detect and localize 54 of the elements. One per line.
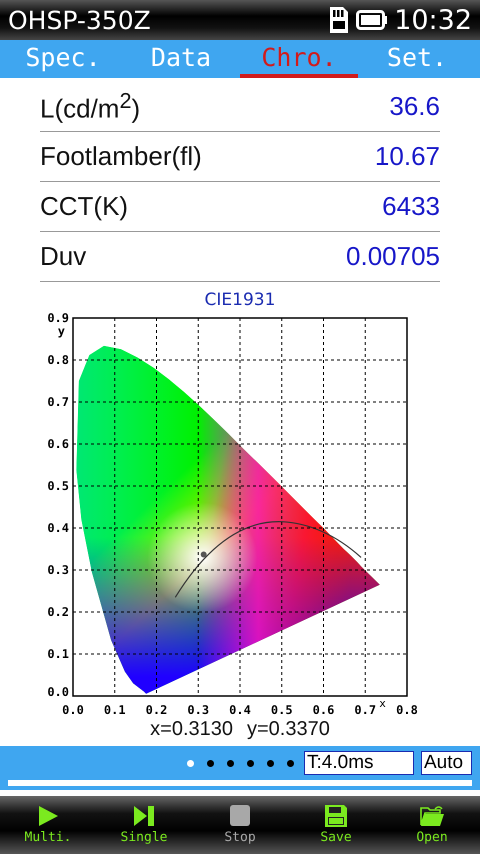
folder-icon bbox=[420, 805, 444, 827]
toolbar-button[interactable]: Single bbox=[104, 805, 184, 845]
device-model: OHSP-350Z bbox=[8, 6, 152, 34]
toolbar-button[interactable]: Save bbox=[296, 805, 376, 845]
axis-label: y bbox=[58, 324, 65, 338]
reading-label: Footlamber(fl) bbox=[40, 141, 202, 172]
reading-value: 0.00705 bbox=[346, 241, 440, 272]
axis-tick-label: 0.2 bbox=[146, 703, 168, 717]
reading-label: CCT(K) bbox=[40, 191, 128, 222]
axis-tick-label: 0.0 bbox=[47, 685, 69, 699]
reading-label: L(cd/m$^{2}$) bbox=[40, 88, 140, 125]
axis-tick-label: 0.3 bbox=[47, 563, 69, 577]
axis-tick-label: 0.0 bbox=[62, 703, 84, 717]
axis-tick-label: 0.8 bbox=[396, 703, 418, 717]
page-dot[interactable] bbox=[207, 760, 214, 766]
page-dot[interactable] bbox=[187, 760, 194, 766]
axis-tick-label: 0.1 bbox=[104, 703, 126, 717]
stop-icon bbox=[228, 805, 252, 827]
exposure-field[interactable]: T:4.0ms bbox=[304, 751, 414, 775]
axis-tick-label: 0.8 bbox=[47, 353, 69, 367]
axis-tick-label: 0.7 bbox=[47, 395, 69, 409]
mode-field[interactable]: Auto bbox=[421, 751, 472, 775]
measurement-point bbox=[200, 551, 207, 558]
save-icon bbox=[324, 805, 348, 827]
reading-value: 10.67 bbox=[374, 141, 440, 172]
x-coordinate: x=0.3130 bbox=[150, 718, 233, 741]
chart-title: CIE1931 bbox=[204, 290, 276, 310]
axis-tick-label: 0.5 bbox=[47, 479, 69, 493]
reading-value: 6433 bbox=[382, 191, 440, 222]
y-coordinate: y=0.3370 bbox=[247, 718, 330, 741]
axis-tick-label: 0.2 bbox=[47, 605, 69, 619]
axis-tick-label: 0.7 bbox=[354, 703, 376, 717]
page-dot[interactable] bbox=[267, 760, 274, 766]
sd-card-icon bbox=[328, 7, 350, 33]
clock: 10:32 bbox=[394, 4, 472, 36]
battery-icon bbox=[356, 9, 388, 31]
page-dot[interactable] bbox=[227, 760, 234, 766]
axis-tick-label: 0.9 bbox=[47, 311, 69, 325]
reading-value: 36.6 bbox=[389, 91, 440, 122]
axis-tick-label: 0.3 bbox=[187, 703, 210, 717]
toolbar-button[interactable]: Open bbox=[392, 805, 472, 845]
skip-forward-icon bbox=[132, 805, 156, 827]
play-icon bbox=[36, 805, 60, 827]
axis-tick-label: 0.1 bbox=[47, 647, 69, 661]
axis-tick-label: 0.4 bbox=[229, 703, 251, 717]
axis-tick-label: 0.6 bbox=[312, 703, 334, 717]
page-dot[interactable] bbox=[287, 760, 294, 766]
reading-label: Duv bbox=[40, 241, 86, 272]
axis-tick-label: 0.5 bbox=[270, 703, 293, 717]
axis-label: x bbox=[379, 697, 386, 710]
axis-tick-label: 0.6 bbox=[47, 437, 69, 451]
axis-tick-label: 0.4 bbox=[47, 521, 69, 535]
toolbar-button[interactable]: Multi. bbox=[8, 805, 88, 845]
page-dot[interactable] bbox=[247, 760, 254, 766]
